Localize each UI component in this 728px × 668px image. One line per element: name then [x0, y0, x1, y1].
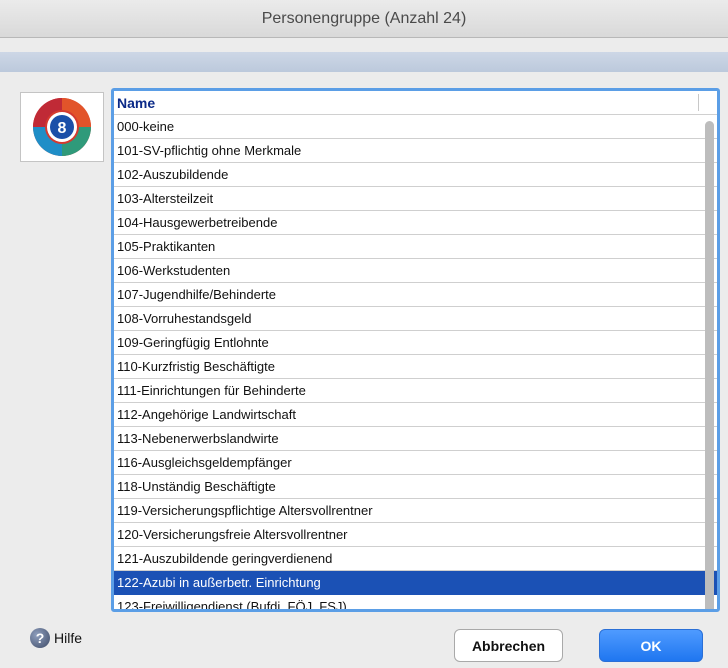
list-item[interactable]: 121-Auszubildende geringverdienend	[114, 547, 717, 571]
help-link[interactable]: ? Hilfe	[30, 628, 82, 648]
list-item[interactable]: 110-Kurzfristig Beschäftigte	[114, 355, 717, 379]
list-item[interactable]: 123-Freiwilligendienst (Bufdi, FÖJ, FSJ)	[114, 595, 717, 609]
list-item[interactable]: 107-Jugendhilfe/Behinderte	[114, 283, 717, 307]
column-separator	[698, 94, 699, 111]
list-item[interactable]: 109-Geringfügig Entlohnte	[114, 331, 717, 355]
logo-number: 8	[58, 120, 67, 137]
window-title: Personengruppe (Anzahl 24)	[261, 9, 467, 27]
list-item[interactable]: 122-Azubi in außerbetr. Einrichtung	[114, 571, 717, 595]
list-item[interactable]: 101-SV-pflichtig ohne Merkmale	[114, 139, 717, 163]
help-icon[interactable]: ?	[30, 628, 50, 648]
list-item[interactable]: 112-Angehörige Landwirtschaft	[114, 403, 717, 427]
app-logo: 8	[20, 92, 104, 162]
logo-wheel-icon: 8	[33, 98, 91, 156]
toolbar-stripe	[0, 52, 728, 72]
list-item[interactable]: 119-Versicherungspflichtige Altersvollre…	[114, 499, 717, 523]
list-item[interactable]: 000-keine	[114, 115, 717, 139]
column-header-name[interactable]: Name	[114, 91, 717, 115]
list-rows: 000-keine 101-SV-pflichtig ohne Merkmale 1…	[114, 115, 717, 609]
list-item[interactable]: 104-Hausgewerbetreibende	[114, 211, 717, 235]
ok-button[interactable]: OK	[599, 629, 703, 662]
list-item[interactable]: 108-Vorruhestandsgeld	[114, 307, 717, 331]
list-item[interactable]: 120-Versicherungsfreie Altersvollrentner	[114, 523, 717, 547]
column-header-label: Name	[117, 94, 156, 111]
vertical-scrollbar[interactable]	[705, 121, 714, 609]
cancel-button[interactable]: Abbrechen	[454, 629, 563, 662]
list-item[interactable]: 105-Praktikanten	[114, 235, 717, 259]
title-bar: Personengruppe (Anzahl 24)	[0, 0, 728, 38]
list-item[interactable]: 118-Unständig Beschäftigte	[114, 475, 717, 499]
person-group-list[interactable]: Name 000-keine 101-SV-pflichtig ohne Merk…	[111, 88, 720, 612]
help-label: Hilfe	[54, 630, 83, 646]
list-item[interactable]: 111-Einrichtungen für Behinderte	[114, 379, 717, 403]
list-item[interactable]: 113-Nebenerwerbslandwirte	[114, 427, 717, 451]
list-item[interactable]: 102-Auszubildende	[114, 163, 717, 187]
list-item[interactable]: 106-Werkstudenten	[114, 259, 717, 283]
list-item[interactable]: 103-Altersteilzeit	[114, 187, 717, 211]
list-item[interactable]: 116-Ausgleichsgeldempfänger	[114, 451, 717, 475]
